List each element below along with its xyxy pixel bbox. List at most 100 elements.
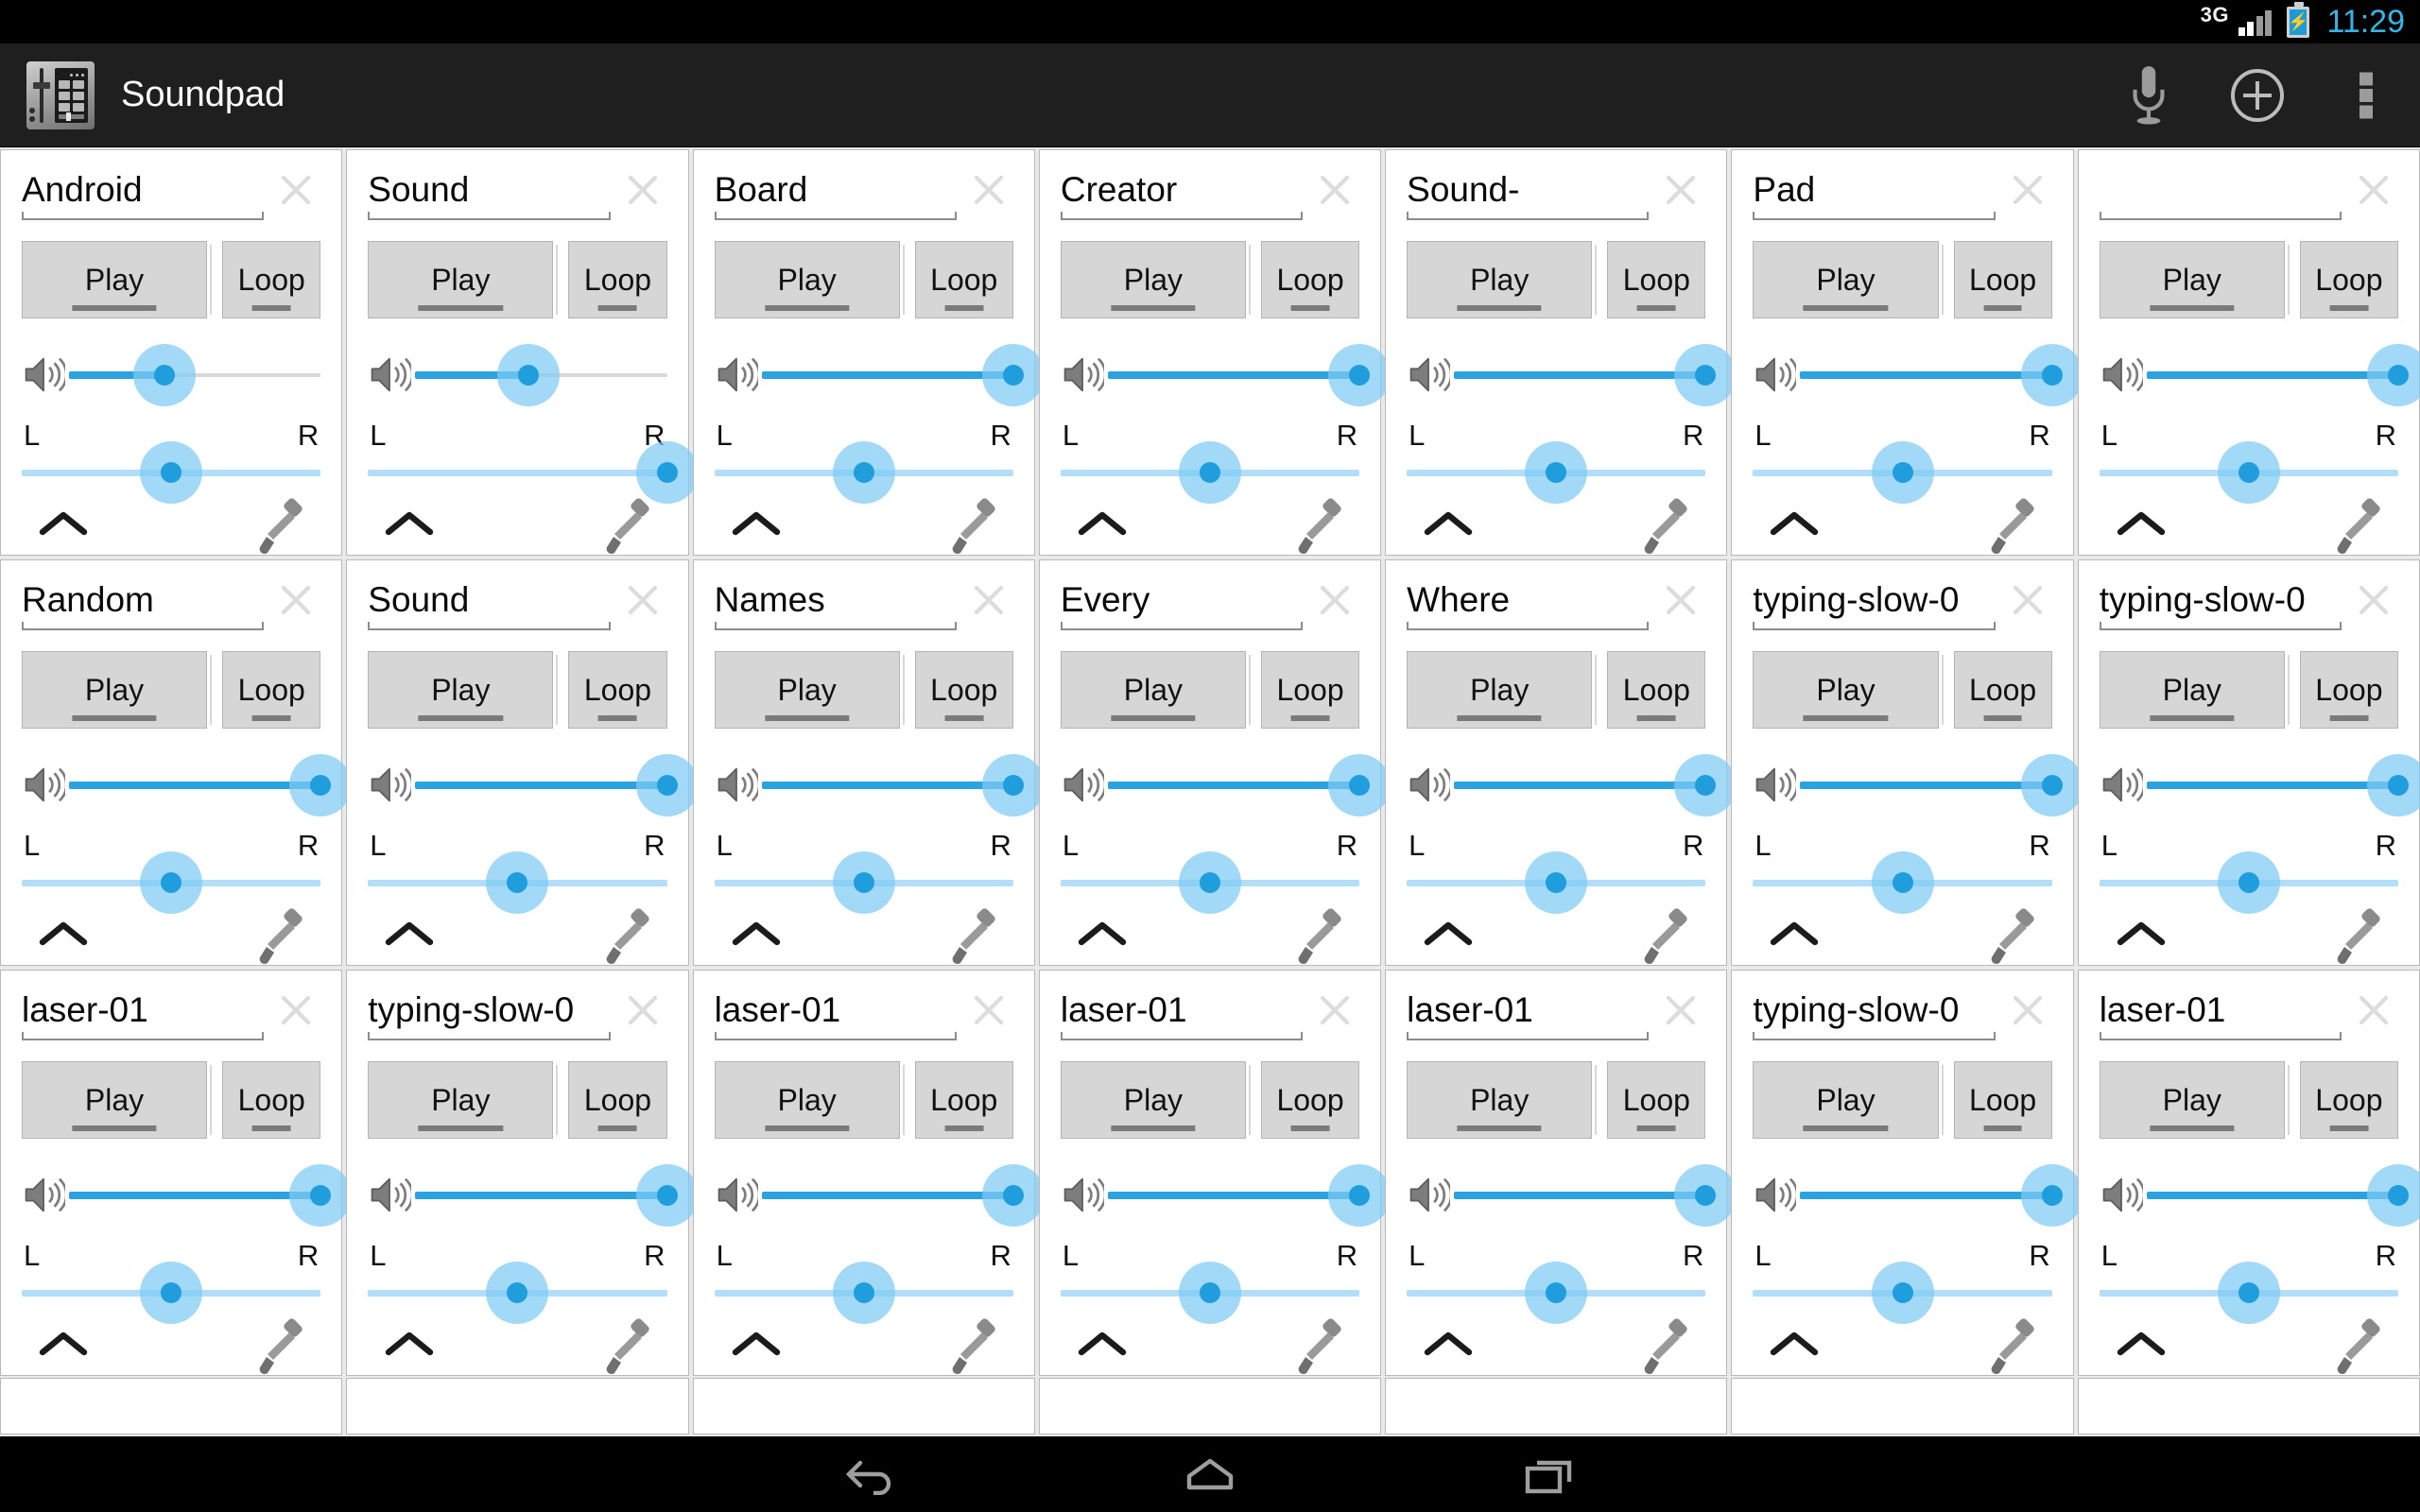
chevron-up-icon[interactable] bbox=[35, 507, 92, 545]
sound-name-input[interactable]: Pad bbox=[1753, 167, 2002, 220]
pan-slider[interactable] bbox=[1407, 441, 1706, 504]
loop-button[interactable]: Loop bbox=[1607, 651, 1706, 729]
pan-slider[interactable] bbox=[1753, 851, 2052, 914]
eyedropper-icon[interactable] bbox=[254, 1318, 307, 1375]
chevron-up-icon[interactable] bbox=[728, 918, 785, 955]
sound-name-input[interactable]: laser-01 bbox=[714, 988, 964, 1040]
pan-thumb[interactable] bbox=[2238, 462, 2259, 483]
pan-slider[interactable] bbox=[714, 851, 1013, 914]
eyedropper-icon[interactable] bbox=[1986, 498, 2039, 555]
sound-name-input[interactable] bbox=[2099, 167, 2349, 220]
pan-slider[interactable] bbox=[714, 1262, 1013, 1324]
pan-thumb[interactable] bbox=[1199, 1282, 1220, 1303]
sound-card[interactable]: typing-slow-0 Play Loop L R bbox=[1731, 559, 2083, 966]
volume-slider[interactable] bbox=[69, 754, 353, 816]
sound-name-input[interactable]: Android bbox=[22, 167, 271, 220]
pan-slider[interactable] bbox=[368, 441, 699, 504]
volume-thumb[interactable] bbox=[1002, 775, 1024, 796]
sound-card[interactable]: laser-01 Play Loop L R bbox=[1385, 970, 1737, 1376]
pan-slider[interactable] bbox=[22, 1262, 321, 1324]
eyedropper-icon[interactable] bbox=[947, 908, 1000, 965]
eyedropper-icon[interactable] bbox=[2332, 1318, 2385, 1375]
chevron-up-icon[interactable] bbox=[2113, 1328, 2169, 1366]
sound-card[interactable]: Creator Play Loop L R bbox=[1038, 149, 1392, 556]
play-button[interactable]: Play bbox=[2099, 241, 2285, 318]
pan-thumb[interactable] bbox=[1892, 1282, 1913, 1303]
overflow-menu-icon[interactable] bbox=[2311, 43, 2420, 147]
pan-slider[interactable] bbox=[2099, 441, 2398, 504]
eyedropper-icon[interactable] bbox=[254, 908, 307, 965]
volume-thumb[interactable] bbox=[656, 1185, 678, 1206]
volume-slider[interactable] bbox=[2146, 1164, 2420, 1227]
play-button[interactable]: Play bbox=[1753, 241, 1939, 318]
volume-thumb[interactable] bbox=[1349, 365, 1371, 386]
volume-slider[interactable] bbox=[1454, 1164, 1737, 1227]
close-x-icon[interactable] bbox=[964, 165, 1013, 215]
pan-slider[interactable] bbox=[1407, 851, 1706, 914]
volume-thumb[interactable] bbox=[1349, 775, 1371, 796]
loop-button[interactable]: Loop bbox=[1260, 651, 1360, 729]
pan-thumb[interactable] bbox=[1892, 872, 1913, 893]
eyedropper-icon[interactable] bbox=[601, 498, 654, 555]
eyedropper-icon[interactable] bbox=[1639, 908, 1692, 965]
sound-card-partial[interactable] bbox=[692, 1378, 1035, 1435]
sound-name-input[interactable]: laser-01 bbox=[1407, 988, 1656, 1040]
pan-slider[interactable] bbox=[1060, 1262, 1360, 1324]
volume-slider[interactable] bbox=[1107, 344, 1392, 406]
close-x-icon[interactable] bbox=[271, 576, 320, 625]
add-circle-icon[interactable] bbox=[2203, 43, 2311, 147]
sound-card[interactable]: laser-01 Play Loop L R bbox=[1038, 970, 1392, 1376]
pan-slider[interactable] bbox=[1407, 1262, 1706, 1324]
sound-name-input[interactable]: Where bbox=[1407, 577, 1656, 630]
pan-thumb[interactable] bbox=[1892, 462, 1913, 483]
pan-thumb[interactable] bbox=[161, 1282, 182, 1303]
sound-name-input[interactable]: Names bbox=[714, 577, 964, 630]
chevron-up-icon[interactable] bbox=[1074, 1328, 1131, 1366]
volume-slider[interactable] bbox=[761, 1164, 1045, 1227]
chevron-up-icon[interactable] bbox=[1766, 1328, 1823, 1366]
play-button[interactable]: Play bbox=[368, 241, 554, 318]
play-button[interactable]: Play bbox=[1407, 651, 1593, 729]
volume-slider[interactable] bbox=[415, 344, 667, 406]
eyedropper-icon[interactable] bbox=[1293, 498, 1346, 555]
sound-card[interactable]: Sound- Play Loop L R bbox=[1385, 149, 1737, 556]
pan-slider[interactable] bbox=[1060, 441, 1360, 504]
volume-thumb[interactable] bbox=[518, 365, 540, 386]
chevron-up-icon[interactable] bbox=[35, 918, 92, 955]
sound-card[interactable]: Play Loop L R bbox=[2077, 149, 2420, 556]
volume-thumb[interactable] bbox=[2387, 365, 2409, 386]
pan-thumb[interactable] bbox=[1199, 462, 1220, 483]
chevron-up-icon[interactable] bbox=[1420, 507, 1477, 545]
pan-slider[interactable] bbox=[1753, 1262, 2052, 1324]
volume-slider[interactable] bbox=[415, 754, 699, 816]
play-button[interactable]: Play bbox=[1753, 651, 1939, 729]
chevron-up-icon[interactable] bbox=[381, 507, 438, 545]
pan-thumb[interactable] bbox=[1199, 872, 1220, 893]
play-button[interactable]: Play bbox=[368, 651, 554, 729]
volume-thumb[interactable] bbox=[656, 775, 678, 796]
pan-thumb[interactable] bbox=[161, 872, 182, 893]
sound-card[interactable]: laser-01 Play Loop L R bbox=[0, 970, 353, 1376]
eyedropper-icon[interactable] bbox=[1293, 908, 1346, 965]
eyedropper-icon[interactable] bbox=[1639, 498, 1692, 555]
loop-button[interactable]: Loop bbox=[1607, 241, 1706, 318]
volume-slider[interactable] bbox=[1800, 344, 2083, 406]
loop-button[interactable]: Loop bbox=[222, 241, 321, 318]
sound-name-input[interactable]: typing-slow-0 bbox=[368, 988, 617, 1040]
close-x-icon[interactable] bbox=[1310, 576, 1359, 625]
recent-apps-icon[interactable] bbox=[1498, 1436, 1602, 1512]
eyedropper-icon[interactable] bbox=[601, 908, 654, 965]
volume-slider[interactable] bbox=[1454, 344, 1737, 406]
loop-button[interactable]: Loop bbox=[2299, 1061, 2398, 1139]
volume-thumb[interactable] bbox=[2041, 365, 2063, 386]
chevron-up-icon[interactable] bbox=[1766, 918, 1823, 955]
close-x-icon[interactable] bbox=[2349, 986, 2398, 1035]
loop-button[interactable]: Loop bbox=[1953, 1061, 2052, 1139]
loop-button[interactable]: Loop bbox=[2299, 651, 2398, 729]
close-x-icon[interactable] bbox=[1656, 165, 1705, 215]
loop-button[interactable]: Loop bbox=[568, 241, 667, 318]
play-button[interactable]: Play bbox=[368, 1061, 554, 1139]
chevron-up-icon[interactable] bbox=[728, 507, 785, 545]
back-arrow-icon[interactable] bbox=[818, 1436, 922, 1512]
sound-card[interactable]: typing-slow-0 Play Loop L R bbox=[1731, 970, 2083, 1376]
